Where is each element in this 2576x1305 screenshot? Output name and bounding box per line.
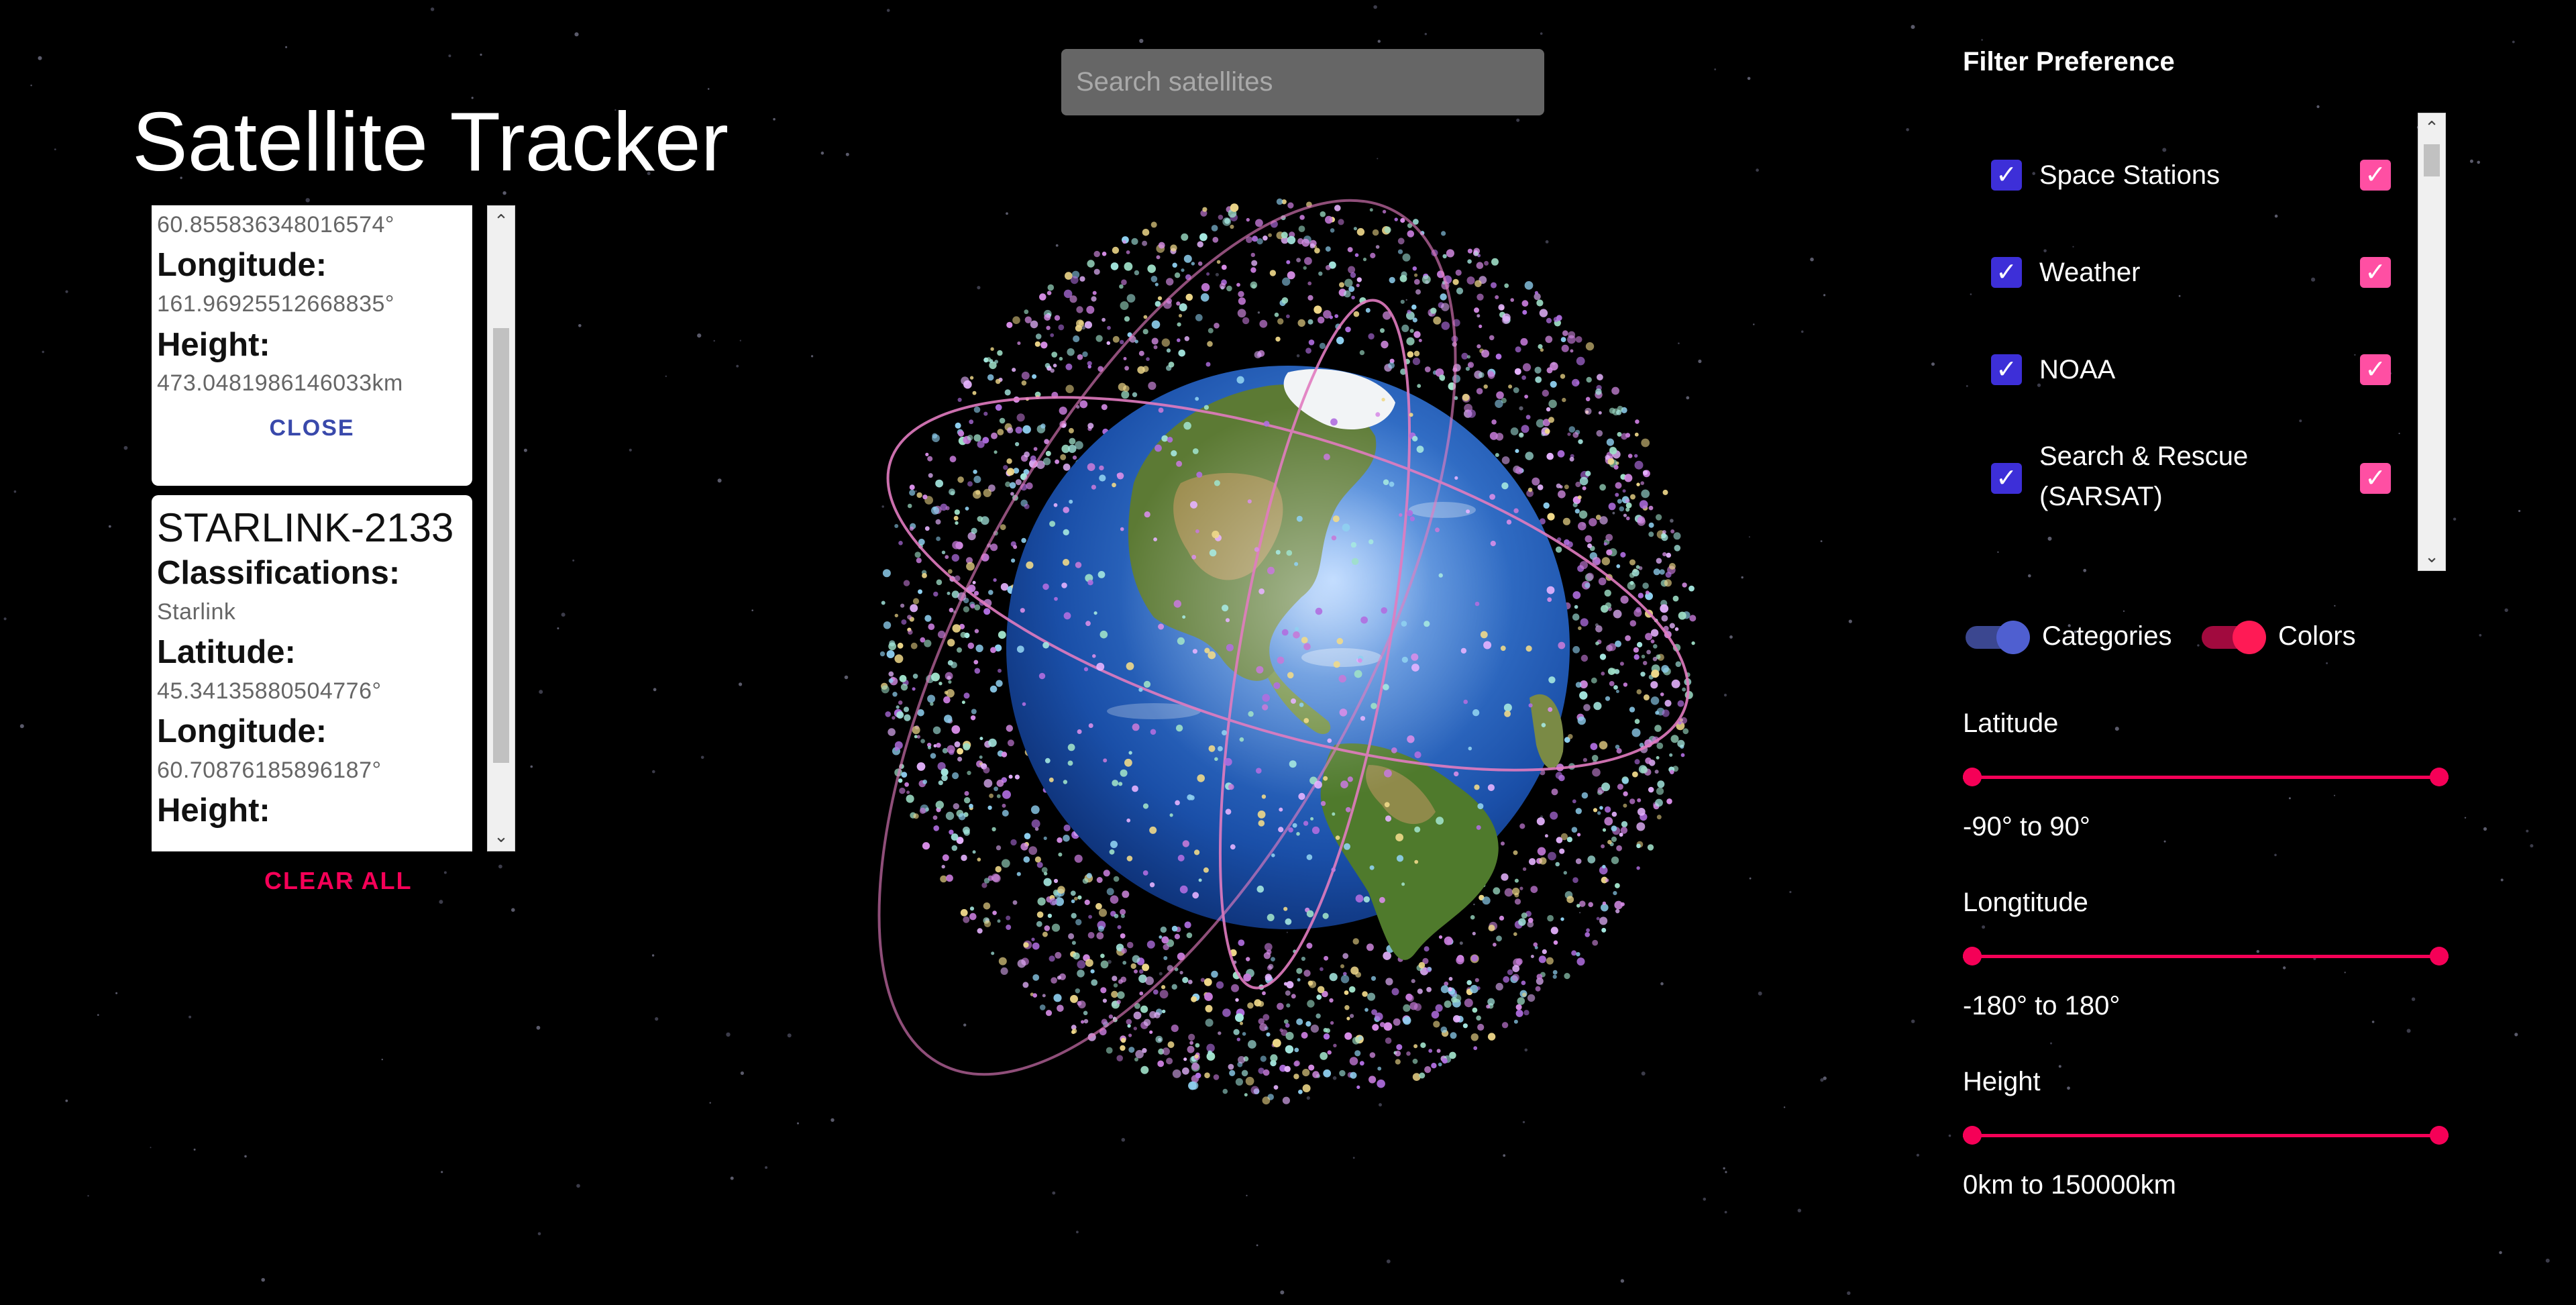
filter-title: Filter Preference <box>1963 47 2175 76</box>
colors-toggle-label: Colors <box>2278 621 2356 651</box>
latitude-value: 60.855836348016574° <box>157 212 394 238</box>
slider-min-handle[interactable] <box>1963 768 1982 786</box>
latitude-range-text: -90° to 90° <box>1963 812 2090 841</box>
satellite-name: STARLINK-2133 <box>157 505 454 550</box>
toggle-knob[interactable] <box>2233 621 2266 654</box>
height-value: 473.0481986146033km <box>157 370 403 397</box>
filter-list[interactable]: ✓ Space Stations ✓ ✓ Weather ✓ ✓ NOAA ✓ … <box>1963 113 2446 571</box>
clear-all-button[interactable]: CLEAR ALL <box>264 867 413 895</box>
longitude-label: Longitude: <box>157 713 327 750</box>
scrollbar-thumb[interactable] <box>493 328 509 763</box>
selected-satellites-list[interactable]: 60.855836348016574° Longitude: 161.96925… <box>150 205 474 851</box>
scroll-up-icon[interactable]: ⌃ <box>488 207 515 234</box>
slider-rail <box>1963 955 2449 958</box>
filter-item-label: Weather <box>2039 258 2141 287</box>
filter-item-label: NOAA <box>2039 355 2116 384</box>
height-range-slider[interactable] <box>1963 1125 2449 1145</box>
slider-rail <box>1963 1134 2449 1137</box>
height-label: Height: <box>157 792 270 829</box>
color-checkbox[interactable]: ✓ <box>2360 354 2391 385</box>
filter-item-label: Search & Rescue <box>2039 441 2249 471</box>
longitude-range-slider[interactable] <box>1963 946 2449 966</box>
slider-min-handle[interactable] <box>1963 947 1982 965</box>
search-input[interactable] <box>1061 49 1544 115</box>
satellite-info-card: 60.855836348016574° Longitude: 161.96925… <box>152 205 472 486</box>
slider-max-handle[interactable] <box>2430 947 2449 965</box>
classification-value: Starlink <box>157 598 236 625</box>
filter-item-label: Space Stations <box>2039 160 2220 190</box>
slider-rail <box>1963 776 2449 779</box>
scrollbar-thumb[interactable] <box>2424 144 2440 176</box>
app-title: Satellite Tracker <box>132 96 729 189</box>
longitude-value: 60.70876185896187° <box>157 758 382 784</box>
toggle-knob[interactable] <box>1996 621 2030 654</box>
filter-scrollbar[interactable]: ⌃ ⌄ <box>2418 113 2446 571</box>
categories-toggle-label: Categories <box>2042 621 2172 651</box>
filter-item-label-line2: (SARSAT) <box>2039 482 2163 511</box>
slider-min-handle[interactable] <box>1963 1126 1982 1145</box>
color-checkbox[interactable]: ✓ <box>2360 160 2391 191</box>
longitude-range-text: -180° to 180° <box>1963 991 2121 1021</box>
longitude-value: 161.96925512668835° <box>157 291 394 317</box>
close-card-button[interactable]: CLOSE <box>157 415 467 441</box>
longitude-slider-label: Longtitude <box>1963 888 2088 917</box>
category-checkbox[interactable]: ✓ <box>1991 160 2022 191</box>
height-label: Height: <box>157 326 270 363</box>
latitude-label: Latitude: <box>157 634 296 671</box>
color-checkbox[interactable]: ✓ <box>2360 257 2391 288</box>
slider-max-handle[interactable] <box>2430 768 2449 786</box>
category-checkbox[interactable]: ✓ <box>1991 257 2022 288</box>
category-checkbox[interactable]: ✓ <box>1991 463 2022 494</box>
color-checkbox[interactable]: ✓ <box>2360 463 2391 494</box>
latitude-range-slider[interactable] <box>1963 767 2449 787</box>
latitude-slider-label: Latitude <box>1963 709 2059 738</box>
scroll-down-icon[interactable]: ⌄ <box>2418 543 2445 569</box>
scroll-down-icon[interactable]: ⌄ <box>488 823 515 849</box>
earth-globe <box>1006 366 1570 960</box>
latitude-value: 45.34135880504776° <box>157 678 382 704</box>
height-slider-label: Height <box>1963 1067 2041 1096</box>
slider-max-handle[interactable] <box>2430 1126 2449 1145</box>
cards-scrollbar[interactable]: ⌃ ⌄ <box>487 205 515 851</box>
scroll-up-icon[interactable]: ⌃ <box>2418 115 2445 140</box>
satellite-info-card: STARLINK-2133 Classifications: Starlink … <box>152 495 472 851</box>
classifications-label: Classifications: <box>157 555 400 591</box>
height-range-text: 0km to 150000km <box>1963 1170 2176 1200</box>
category-checkbox[interactable]: ✓ <box>1991 354 2022 385</box>
longitude-label: Longitude: <box>157 247 327 284</box>
